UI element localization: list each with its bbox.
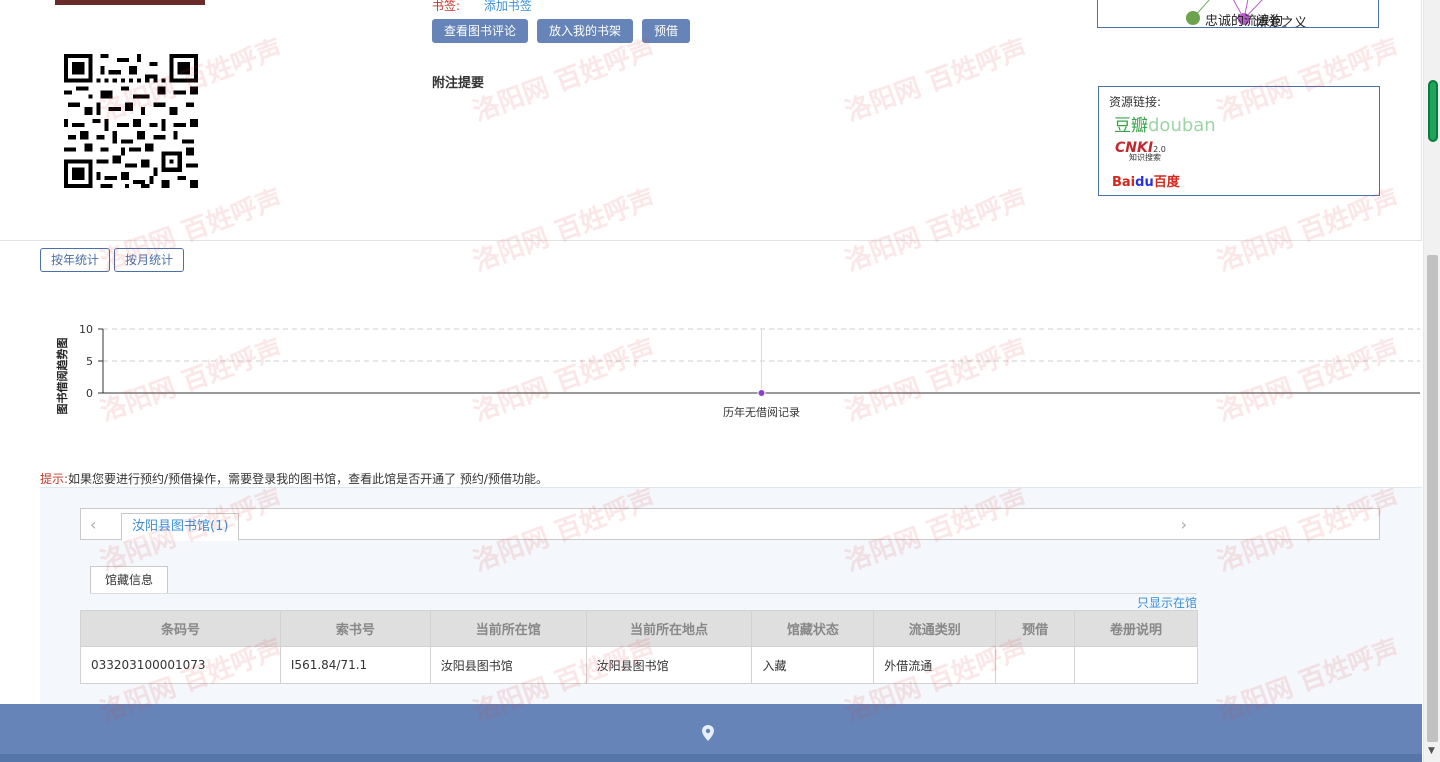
pre-borrow-button[interactable]: 预借 [642, 19, 691, 43]
pre-borrow-cell[interactable] [995, 646, 1076, 684]
circulation-type-cell: 外借流通 [873, 646, 997, 684]
table-row: 033203100001073 I561.84/71.1 汝阳县图书馆 汝阳县图… [80, 646, 1198, 684]
douban-logo-en: douban [1148, 115, 1216, 136]
column-header: 卷册说明 [1074, 610, 1198, 647]
barcode-cell: 033203100001073 [80, 646, 281, 684]
scroll-down-arrow-icon[interactable]: ▼ [1428, 746, 1435, 756]
book-cover-image[interactable] [55, 0, 205, 5]
volume-note-cell [1074, 646, 1198, 684]
column-header: 当前所在馆 [429, 610, 587, 647]
baidu-logo-a: Bai [1112, 175, 1136, 190]
cnki-link[interactable]: CNKI2.0 知识搜索 [1115, 140, 1166, 163]
data-point [757, 389, 766, 397]
book-detail-panel: 书签: 添加书签 查看图书评论 放入我的书架 预借 附注提要 忠诚的流浪狗 博爱… [0, 0, 1422, 241]
tab-divider [90, 593, 1197, 594]
baidu-paw-icon: du [1135, 175, 1154, 190]
related-books-graph[interactable]: 忠诚的流浪狗 博爱之义 [1097, 0, 1379, 28]
table-header-row: 条码号 索书号 当前所在馆 当前所在地点 馆藏状态 流通类别 预借 卷册说明 [80, 610, 1198, 647]
holdings-table: 条码号 索书号 当前所在馆 当前所在地点 馆藏状态 流通类别 预借 卷册说明 0… [80, 610, 1198, 684]
footer-bottom-bar [0, 754, 1422, 762]
column-header: 流通类别 [873, 610, 997, 647]
bookmark-label: 书签: [432, 0, 461, 13]
baidu-logo-cn: 百度 [1153, 175, 1180, 190]
graph-node-label: 博爱之义 [1255, 16, 1308, 28]
current-library-cell: 汝阳县图书馆 [429, 646, 587, 684]
add-to-shelf-button[interactable]: 放入我的书架 [537, 19, 634, 43]
notes-heading: 附注提要 [432, 76, 485, 91]
hint-text: 如果您要进行预约/预借操作，需要登录我的图书馆，查看此馆是否开通了 预约/预借功… [68, 472, 548, 486]
only-available-filter-link[interactable]: 只显示在馆 [1137, 594, 1197, 611]
column-header: 条码号 [80, 610, 281, 647]
stats-by-month-button[interactable]: 按月统计 [114, 248, 185, 272]
chevron-left-icon[interactable]: ‹ [90, 515, 96, 534]
holding-status-cell: 入藏 [751, 646, 875, 684]
baidu-link[interactable]: Baidu百度 [1112, 171, 1180, 190]
douban-link[interactable]: 豆瓣douban [1114, 111, 1216, 136]
view-reviews-button[interactable]: 查看图书评论 [432, 19, 529, 43]
y-tick-label: 10 [79, 323, 93, 336]
call-number-cell: I561.84/71.1 [279, 646, 431, 684]
resource-links-box: 资源链接: 豆瓣douban CNKI2.0 知识搜索 Baidu百度 [1098, 86, 1380, 196]
scrollbar-thumb[interactable] [1427, 255, 1438, 742]
column-header: 馆藏状态 [751, 610, 875, 647]
y-tick-label: 5 [86, 355, 93, 368]
tab-library[interactable]: 汝阳县图书馆(1) [121, 513, 240, 541]
add-bookmark-link[interactable]: 添加书签 [484, 0, 532, 13]
location-pin-icon [702, 725, 714, 741]
library-tab-bar: ‹ 汝阳县图书馆(1) › [80, 508, 1380, 541]
resource-links-title: 资源链接: [1109, 95, 1162, 109]
qr-code-image [64, 54, 198, 188]
y-tick-label: 0 [86, 387, 93, 400]
login-hint: 提示:如果您要进行预约/预借操作，需要登录我的图书馆，查看此馆是否开通了 预约/… [40, 470, 548, 487]
side-float-widget[interactable] [1428, 80, 1438, 142]
holdings-section: ‹ 汝阳县图书馆(1) › 馆藏信息 只显示在馆 条码号 索书号 当前所在馆 当… [40, 487, 1422, 705]
cnki-subtitle: 知识搜索 [1129, 153, 1161, 162]
hint-label: 提示: [40, 472, 69, 486]
tab-holdings-info[interactable]: 馆藏信息 [90, 566, 169, 594]
column-header: 索书号 [279, 610, 431, 647]
stats-by-year-button[interactable]: 按年统计 [40, 248, 111, 272]
x-tick-label: 历年无借阅记录 [723, 405, 800, 419]
y-axis-label: 图书借阅趋势图 [55, 338, 69, 415]
current-location-cell: 汝阳县图书馆 [585, 646, 753, 684]
borrow-trend-chart: 0 5 10 历年无借阅记录 图书借阅趋势图 [55, 323, 1420, 419]
douban-logo-cn: 豆瓣 [1114, 116, 1148, 136]
column-header: 当前所在地点 [585, 610, 753, 647]
bookmark-row: 书签: 添加书签 [432, 0, 532, 14]
column-header: 预借 [995, 610, 1076, 647]
book-action-buttons: 查看图书评论 放入我的书架 预借 [432, 19, 691, 43]
chevron-right-icon[interactable]: › [1181, 515, 1187, 534]
graph-node[interactable] [1186, 11, 1200, 25]
